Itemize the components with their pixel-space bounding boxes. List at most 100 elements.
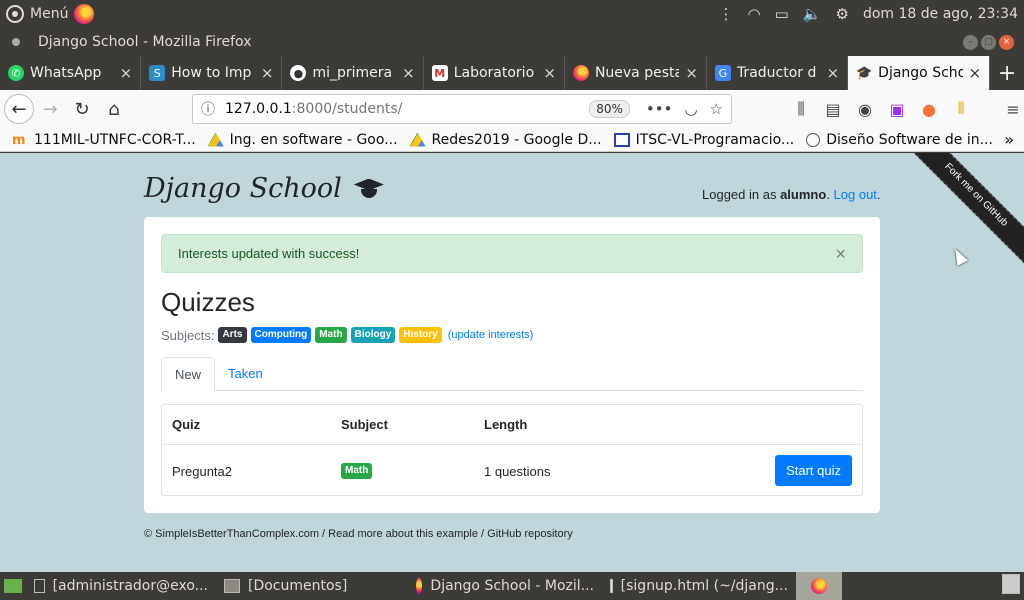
settings-gear-icon[interactable]: ⚙ [836, 5, 849, 23]
taskbar-item-firefox[interactable]: Django School - Mozil... [408, 572, 602, 600]
graduation-cap-icon [352, 177, 386, 201]
bookmarks-toolbar: m 111MIL-UTNFC-COR-T... Ing. en software… [0, 128, 1024, 152]
subject-badge-math: Math [315, 327, 347, 343]
taskbar-item-editor[interactable]: [signup.html (~/djang... [602, 572, 796, 600]
page-title: Quizzes [161, 287, 255, 317]
volume-icon[interactable]: 🔈 [803, 5, 822, 23]
new-tab-button[interactable]: + [990, 56, 1024, 90]
desktop-icon [4, 579, 22, 593]
window-titlebar: Django School - Mozilla Firefox – ▢ × [0, 28, 1024, 56]
tab-stackoverflow[interactable]: S How to Imp × [141, 56, 283, 90]
graduation-cap-icon: 🎓 [856, 65, 873, 81]
quiz-tabs: New Taken [161, 357, 863, 392]
quiz-table: Quiz Subject Length Pregunta2 Math 1 que… [161, 404, 863, 496]
top-panel: Menú ⋮ ◠ ▭ 🔈 ⚙ dom 18 de ago, 23:34 [0, 0, 1024, 28]
update-interests-link[interactable]: (update interests) [448, 329, 534, 341]
close-tab-icon[interactable]: × [261, 64, 274, 82]
close-tab-icon[interactable]: × [827, 64, 840, 82]
taskbar-item-documents[interactable]: [Documentos] [216, 572, 408, 600]
firefox-icon [572, 65, 589, 81]
page-footer: © SimpleIsBetterThanComplex.com / Read m… [144, 528, 573, 540]
tab-github[interactable]: ● mi_primera × [282, 56, 424, 90]
tab-taken[interactable]: Taken [215, 357, 276, 391]
trash-icon[interactable] [1002, 574, 1024, 598]
back-button[interactable]: ← [4, 94, 34, 124]
applications-menu[interactable]: Menú [0, 4, 95, 24]
moodle-icon: m [12, 132, 26, 148]
text-editor-icon [610, 579, 613, 593]
calendar-icon [613, 132, 630, 147]
github-icon: ● [290, 65, 307, 81]
close-tab-icon[interactable]: × [685, 64, 698, 82]
bookmark-item[interactable]: Diseño Software de in... [794, 132, 993, 148]
alert-close-button[interactable]: × [835, 244, 846, 265]
logout-link[interactable]: Log out [834, 187, 877, 202]
tab-django-school[interactable]: 🎓 Django Scho × [848, 56, 991, 90]
brand-link[interactable]: Django School [144, 173, 386, 204]
battery-icon[interactable]: ▭ [775, 5, 789, 23]
close-tab-icon[interactable]: × [402, 64, 415, 82]
header-quiz: Quiz [172, 417, 201, 432]
close-tab-icon[interactable]: × [969, 64, 982, 82]
tab-translate[interactable]: G Traductor d × [707, 56, 849, 90]
maximize-button[interactable]: ▢ [981, 34, 996, 50]
window-dot-icon [12, 38, 20, 46]
close-tab-icon[interactable]: × [120, 64, 133, 82]
library-icon[interactable]: ⫼ [790, 99, 812, 119]
taskbar-item-terminal[interactable]: [administrador@exo... [26, 572, 216, 600]
bookmark-item[interactable]: m 111MIL-UTNFC-COR-T... [0, 132, 196, 148]
bookmark-item[interactable]: Redes2019 - Google D... [398, 132, 602, 148]
start-quiz-button[interactable]: Start quiz [775, 455, 852, 486]
header-subject: Subject [341, 417, 388, 432]
url-path: :8000/students/ [291, 101, 403, 117]
subject-badge-computing: Computing [250, 327, 312, 343]
account-icon[interactable]: ◉ [854, 100, 876, 119]
home-button[interactable]: ⌂ [98, 93, 130, 125]
site-info-icon[interactable]: ⓘ [201, 99, 215, 119]
folder-icon [224, 579, 240, 593]
tab-new-tab[interactable]: Nueva pesta × [565, 56, 707, 90]
forward-button[interactable]: → [34, 93, 66, 125]
firefox-launcher-icon[interactable] [74, 4, 95, 24]
extension-bars-icon[interactable]: ⦀ [950, 99, 972, 119]
ubuntu-logo-icon [6, 5, 24, 23]
username: alumno [780, 187, 827, 202]
taskbar-active-firefox[interactable] [796, 572, 842, 600]
quiz-subject-badge: Math [341, 463, 373, 479]
bookmark-item[interactable]: ITSC-VL-Programacio... [602, 132, 794, 148]
zoom-level-button[interactable]: 80% [589, 100, 630, 118]
bookmarks-overflow-icon[interactable]: » [1004, 130, 1024, 149]
window-title: Django School - Mozilla Firefox [38, 34, 252, 50]
extension-purple-icon[interactable]: ▣ [886, 100, 908, 119]
bookmark-item[interactable]: Ing. en software - Goo... [196, 132, 398, 148]
hamburger-menu-icon[interactable]: ≡ [1002, 100, 1024, 119]
stackoverflow-icon: S [149, 65, 166, 81]
google-drive-icon [409, 132, 426, 147]
wifi-icon[interactable]: ◠ [748, 5, 761, 23]
url-bar[interactable]: ⓘ 127.0.0.1:8000/students/ 80% ••• ◡ ☆ [192, 94, 732, 124]
page-actions-icon[interactable]: ••• [646, 100, 673, 118]
table-header-row: Quiz Subject Length [162, 405, 862, 445]
url-host: 127.0.0.1 [225, 101, 292, 117]
tab-gmail[interactable]: M Laboratorio × [424, 56, 565, 90]
alert-message: Interests updated with success! [178, 246, 360, 261]
subjects-row: Subjects: Arts Computing Math Biology Hi… [161, 327, 533, 343]
close-tab-icon[interactable]: × [543, 64, 556, 82]
tab-whatsapp[interactable]: ✆ WhatsApp × [0, 56, 142, 90]
tab-new[interactable]: New [161, 357, 216, 392]
subjects-label: Subjects: [161, 327, 215, 343]
bookmark-star-icon[interactable]: ☆ [710, 100, 723, 118]
sidebar-icon[interactable]: ▤ [822, 100, 844, 119]
login-info: Logged in as alumno. Log out. [702, 187, 881, 202]
firefox-icon [811, 578, 827, 594]
whatsapp-icon: ✆ [8, 65, 24, 81]
firefox-extension-icon[interactable]: ● [918, 100, 940, 119]
pocket-icon[interactable]: ◡ [684, 100, 697, 118]
table-row: Pregunta2 Math 1 questions Start quiz [162, 446, 862, 496]
show-desktop-button[interactable] [0, 572, 26, 600]
reload-button[interactable]: ↻ [66, 93, 98, 125]
minimize-button[interactable]: – [963, 34, 978, 50]
clock[interactable]: dom 18 de ago, 23:34 [863, 6, 1018, 22]
close-window-button[interactable]: × [999, 34, 1014, 50]
page-viewport: Django School Logged in as alumno. Log o… [0, 153, 1024, 572]
